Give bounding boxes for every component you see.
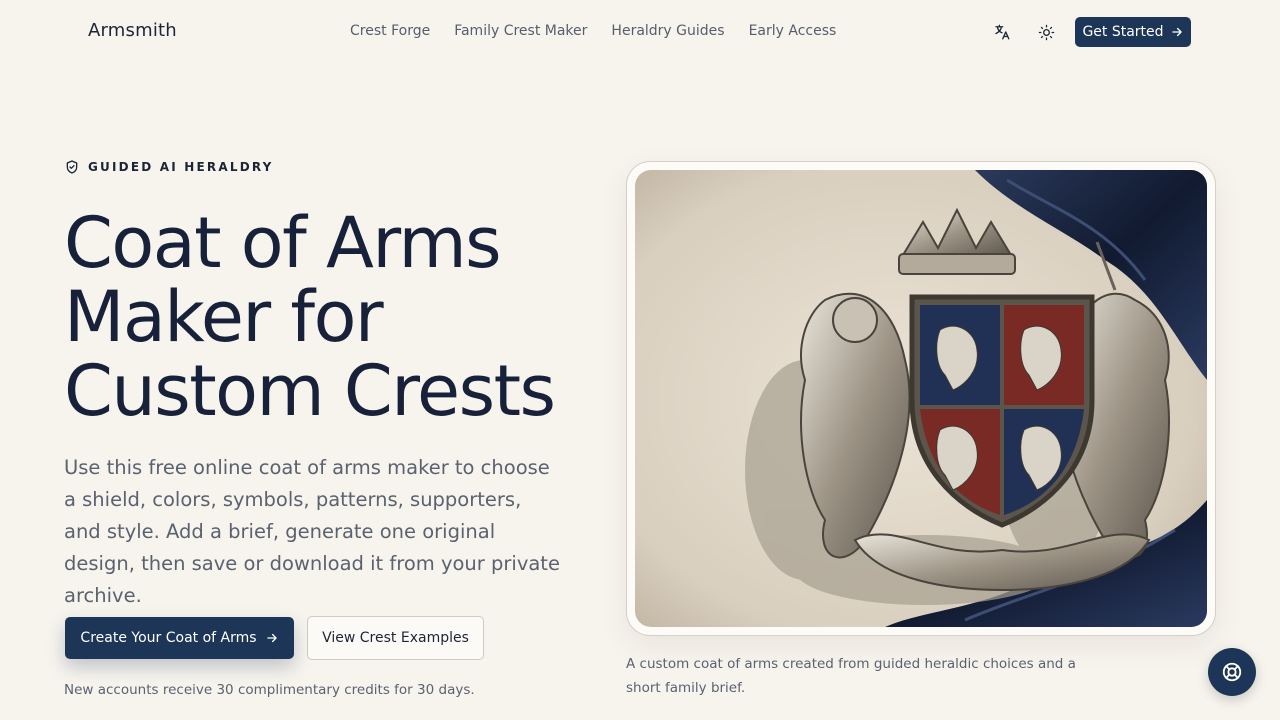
coat-of-arms-image [635, 170, 1207, 627]
nav-link-family-crest-maker[interactable]: Family Crest Maker [454, 23, 587, 39]
view-crest-examples-button[interactable]: View Crest Examples [307, 616, 484, 660]
nav-link-heraldry-guides[interactable]: Heraldry Guides [611, 23, 724, 39]
title-line-3: Custom Crests [64, 350, 556, 432]
create-coat-of-arms-button[interactable]: Create Your Coat of Arms [65, 617, 294, 659]
sun-icon[interactable] [1036, 22, 1056, 42]
title-line-2: Maker for [64, 276, 384, 358]
lifebuoy-icon [1222, 662, 1242, 682]
title-line-1: Coat of Arms [64, 202, 502, 284]
create-button-label: Create Your Coat of Arms [80, 630, 257, 646]
site-header: Armsmith Crest Forge Family Crest Maker … [0, 0, 1280, 64]
hero-eyebrow: GUIDED AI HERALDRY [64, 159, 274, 175]
page-title: Coat of Arms Maker for Custom Crests [64, 206, 584, 428]
arrow-right-icon [266, 633, 277, 643]
nav-link-crest-forge[interactable]: Crest Forge [350, 23, 430, 39]
nav-link-early-access[interactable]: Early Access [749, 23, 837, 39]
arrow-right-icon [1171, 27, 1182, 37]
brand-logo[interactable]: Armsmith [88, 20, 177, 41]
main-nav: Crest Forge Family Crest Maker Heraldry … [350, 23, 836, 39]
help-button[interactable] [1208, 648, 1256, 696]
eyebrow-label: GUIDED AI HERALDRY [88, 160, 274, 174]
get-started-button[interactable]: Get Started [1075, 17, 1191, 47]
image-caption: A custom coat of arms created from guide… [626, 656, 1076, 696]
hero-description: Use this free online coat of arms maker … [64, 456, 560, 607]
translate-icon[interactable] [992, 22, 1012, 42]
credits-note: New accounts receive 30 complimentary cr… [64, 682, 475, 698]
get-started-label: Get Started [1082, 24, 1164, 40]
shield-icon [66, 160, 78, 174]
